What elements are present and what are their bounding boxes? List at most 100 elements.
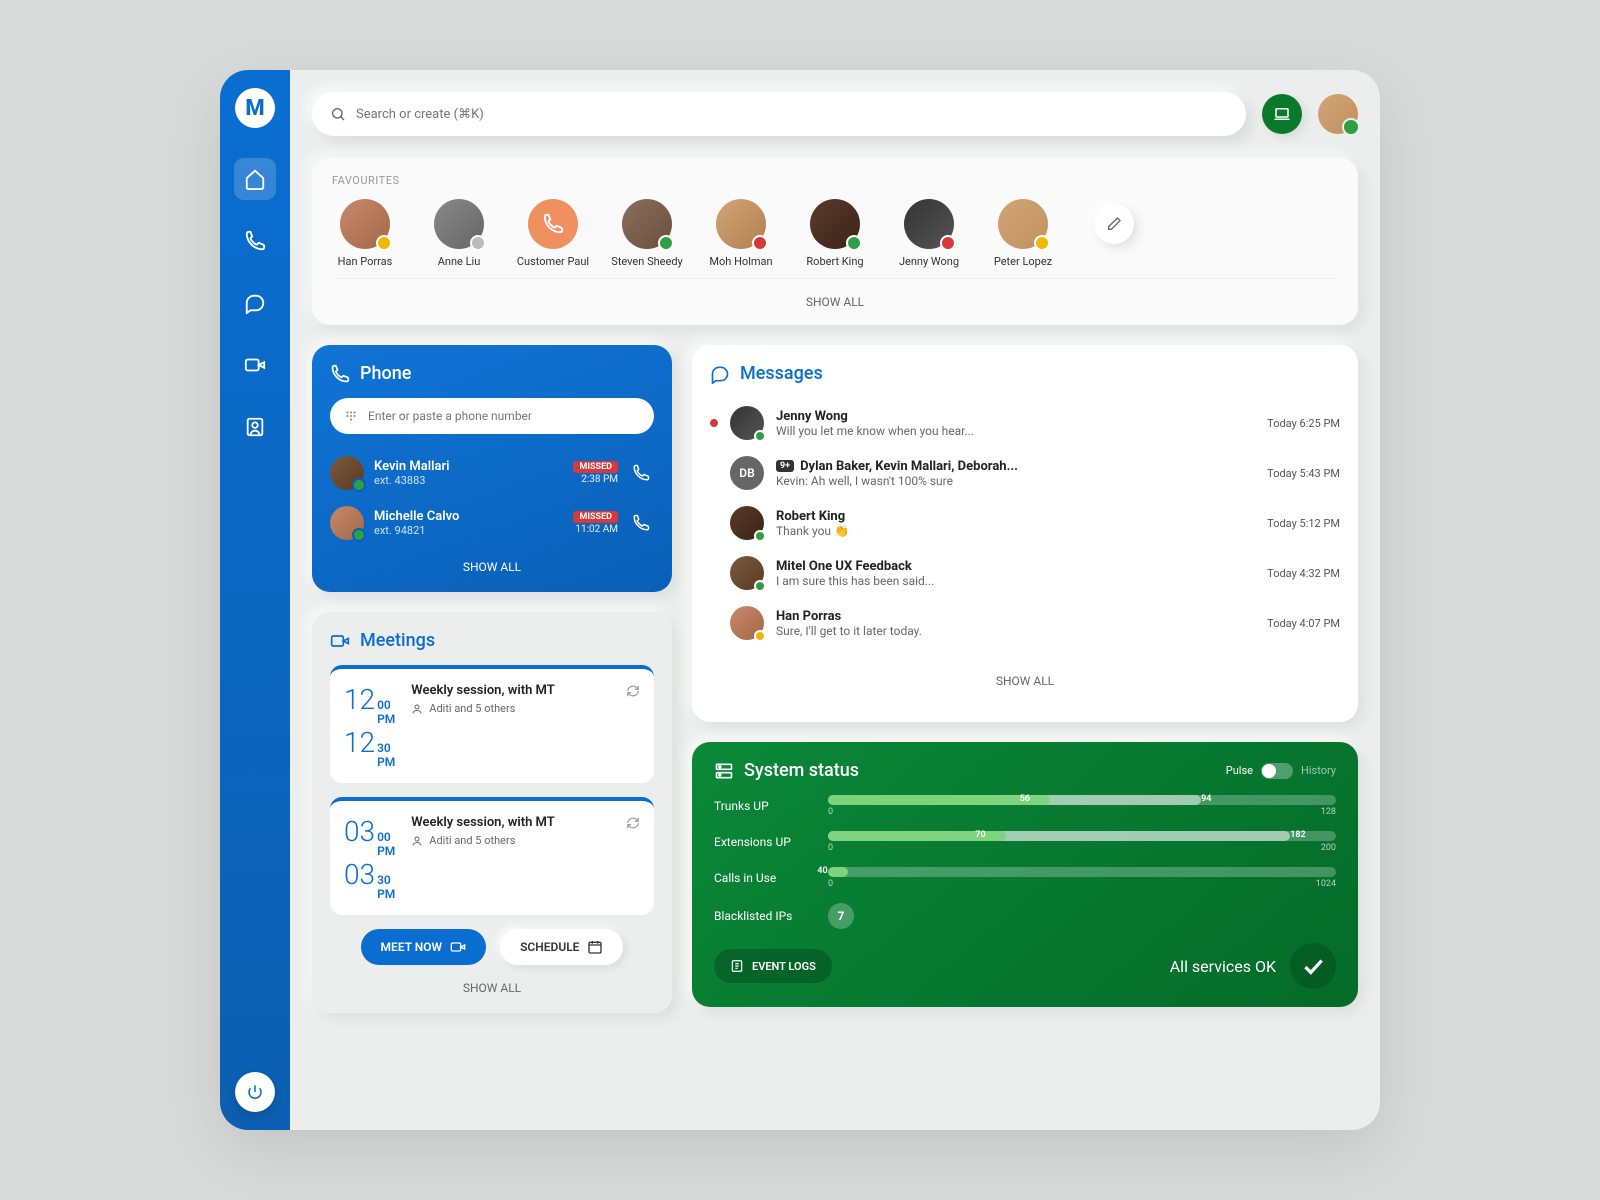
phone-icon [632, 464, 650, 482]
server-icon [714, 761, 734, 781]
pencil-icon [1106, 216, 1122, 232]
status-metric: Calls in Use 40 01024 [714, 867, 1336, 889]
schedule-button[interactable]: SCHEDULE [500, 929, 623, 965]
sidebar: M [220, 70, 290, 1130]
app-logo: M [235, 88, 275, 128]
avatar [998, 199, 1048, 249]
avatar [330, 456, 364, 490]
system-status-card: System status Pulse History Trunks UP 94… [692, 742, 1358, 1007]
power-button[interactable] [235, 1072, 275, 1112]
avatar [810, 199, 860, 249]
nav-messages[interactable] [234, 282, 276, 324]
person-icon [411, 703, 423, 715]
calendar-icon [587, 939, 603, 955]
avatar [730, 406, 764, 440]
meet-now-button[interactable]: MEET NOW [361, 929, 487, 965]
nav-meetings[interactable] [234, 344, 276, 386]
avatar [730, 556, 764, 590]
search-input[interactable] [356, 107, 1228, 122]
avatar [622, 199, 672, 249]
message-item[interactable]: Robert KingThank you 👏 Today 5:12 PM [710, 498, 1340, 548]
pulse-history-toggle[interactable] [1261, 763, 1293, 779]
event-logs-button[interactable]: EVENT LOGS [714, 949, 832, 983]
call-back-button[interactable] [628, 510, 654, 536]
contact-name: Anne Liu [438, 255, 481, 268]
avatar [434, 199, 484, 249]
unread-dot [710, 419, 718, 427]
favourite-contact[interactable]: Anne Liu [426, 199, 492, 268]
video-icon [450, 939, 466, 955]
meetings-title: Meetings [330, 630, 654, 651]
favourite-contact[interactable]: Jenny Wong [896, 199, 962, 268]
dialpad-icon [344, 409, 358, 423]
topbar [312, 92, 1358, 136]
avatar [340, 199, 390, 249]
status-title: System status [714, 760, 859, 781]
unread-count: 9+ [776, 460, 794, 472]
chat-icon [710, 364, 730, 384]
meetings-show-all[interactable]: SHOW ALL [330, 969, 654, 995]
phone-icon [632, 514, 650, 532]
avatar [730, 606, 764, 640]
missed-badge: MISSED [573, 511, 618, 523]
avatar [904, 199, 954, 249]
avatar: DB [730, 456, 764, 490]
status-metric: Extensions UP 182 70 0200 [714, 831, 1336, 853]
messages-card: Messages Jenny WongWill you let me know … [692, 345, 1358, 722]
log-icon [730, 959, 744, 973]
avatar [730, 506, 764, 540]
check-icon [1290, 943, 1336, 989]
messages-show-all[interactable]: SHOW ALL [710, 658, 1340, 704]
video-icon [330, 631, 350, 651]
message-item[interactable]: Jenny WongWill you let me know when you … [710, 398, 1340, 448]
favourite-contact[interactable]: Moh Holman [708, 199, 774, 268]
favourite-contact[interactable]: Customer Paul [520, 199, 586, 268]
device-status-button[interactable] [1262, 94, 1302, 134]
favourites-show-all[interactable]: SHOW ALL [332, 278, 1338, 325]
contact-name: Steven Sheedy [611, 255, 682, 268]
favourite-contact[interactable]: Robert King [802, 199, 868, 268]
nav-phone[interactable] [234, 220, 276, 262]
person-icon [411, 835, 423, 847]
nav-contacts[interactable] [234, 406, 276, 448]
contact-name: Robert King [806, 255, 863, 268]
laptop-icon [1273, 105, 1291, 123]
phone-icon [330, 364, 350, 384]
favourite-contact[interactable]: Han Porras [332, 199, 398, 268]
favourites-title: FAVOURITES [332, 174, 1338, 187]
contact-name: Moh Holman [709, 255, 772, 268]
search-field[interactable] [312, 92, 1246, 136]
status-metric: Trunks UP 94 56 0128 [714, 795, 1336, 817]
edit-favourites-button[interactable] [1094, 204, 1134, 244]
phone-show-all[interactable]: SHOW ALL [330, 548, 654, 574]
recurring-icon[interactable] [626, 683, 640, 769]
phone-number-field[interactable] [330, 398, 654, 434]
message-item[interactable]: Mitel One UX FeedbackI am sure this has … [710, 548, 1340, 598]
message-item[interactable]: Han PorrasSure, I'll get to it later tod… [710, 598, 1340, 648]
missed-badge: MISSED [573, 461, 618, 473]
user-avatar[interactable] [1318, 94, 1358, 134]
phone-title: Phone [330, 363, 654, 384]
status-toggle-group: Pulse History [1226, 763, 1336, 779]
recurring-icon[interactable] [626, 815, 640, 901]
meetings-card: Meetings 1200PM 1230PM Weekly session, w… [312, 612, 672, 1013]
meeting-item[interactable]: 1200PM 1230PM Weekly session, with MT Ad… [330, 665, 654, 783]
favourites-panel: FAVOURITES Han Porras Anne Liu Customer Pa… [312, 158, 1358, 325]
services-ok-text: All services OK [1170, 957, 1276, 976]
nav-home[interactable] [234, 158, 276, 200]
phone-number-input[interactable] [368, 409, 640, 423]
recent-call[interactable]: Kevin Mallariext. 43883 MISSED2:38 PM [330, 448, 654, 498]
contact-name: Peter Lopez [994, 255, 1052, 268]
contact-name: Customer Paul [517, 255, 589, 268]
contact-name: Jenny Wong [899, 255, 959, 268]
favourite-contact[interactable]: Peter Lopez [990, 199, 1056, 268]
call-back-button[interactable] [628, 460, 654, 486]
favourite-contact[interactable]: Steven Sheedy [614, 199, 680, 268]
search-icon [330, 106, 346, 122]
recent-call[interactable]: Michelle Calvoext. 94821 MISSED11:02 AM [330, 498, 654, 548]
contact-name: Han Porras [338, 255, 393, 268]
blacklisted-count: 7 [828, 903, 854, 929]
message-item[interactable]: DB 9+Dylan Baker, Kevin Mallari, Deborah… [710, 448, 1340, 498]
phone-card: Phone Kevin Mallariext. 43883 MISSED2:38… [312, 345, 672, 592]
meeting-item[interactable]: 0300PM 0330PM Weekly session, with MT Ad… [330, 797, 654, 915]
